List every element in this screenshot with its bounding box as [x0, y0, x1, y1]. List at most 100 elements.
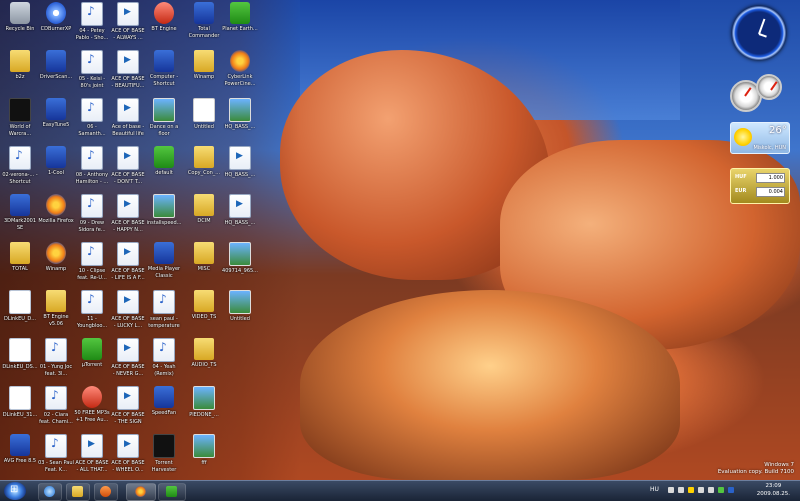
desktop-icon[interactable]: MISC	[186, 242, 222, 273]
desktop-icon[interactable]: b2z	[2, 50, 38, 81]
desktop-icon[interactable]: DriverScan...	[38, 50, 74, 81]
desktop-icon[interactable]: 50 FREE MP3s +1 Free Au...	[74, 386, 110, 424]
desktop-icon[interactable]: installspeed...	[146, 194, 182, 227]
desktop-icon[interactable]: AVG Free 8.5	[2, 434, 38, 465]
desktop-icon[interactable]: SpeedFan	[146, 386, 182, 417]
desktop-icon[interactable]: VIDEO_TS	[186, 290, 222, 321]
app-icon	[82, 338, 102, 360]
desktop-icon[interactable]: PIEDONE_...	[186, 386, 222, 419]
desktop-icon[interactable]: ACE OF BASE - WHEEL O...	[110, 434, 146, 474]
desktop-icon[interactable]: 3DMark2001 SE	[2, 194, 38, 232]
desktop-icon[interactable]: TOTAL	[2, 242, 38, 273]
taskbar-firefox[interactable]	[126, 483, 156, 501]
desktop-icon[interactable]: fff	[186, 434, 222, 467]
taskbar-internet-explorer[interactable]	[38, 483, 62, 501]
tray-icon[interactable]	[668, 487, 674, 493]
desktop-icon-label: 10 - Clipse feat. Re-U...	[77, 268, 107, 281]
desktop-icon[interactable]: ACE OF BASE - NEVER G...	[110, 338, 146, 378]
desktop-icon[interactable]: ACE OF BASE - LUCKY L...	[110, 290, 146, 330]
image-icon	[153, 98, 175, 122]
desktop-icon[interactable]: CyberLink PowerCine...	[222, 50, 258, 88]
desktop-icon[interactable]: Untitled	[222, 290, 258, 323]
desktop-icon[interactable]: µTorrent	[74, 338, 110, 369]
desktop-icon[interactable]: DLinkEU_31...	[2, 386, 38, 419]
desktop-icon[interactable]: Torrent Harvester	[146, 434, 182, 474]
desktop-icon[interactable]: HQ_BASS_...	[222, 146, 258, 179]
desktop-icon[interactable]: Total Commander	[186, 2, 222, 40]
desktop-icon[interactable]: 1-Cool	[38, 146, 74, 177]
desktop-icon[interactable]: 06 - Samanth...	[74, 98, 110, 138]
desktop-icon[interactable]: DLinkEU_DS...	[2, 338, 38, 371]
cpu-meter-gadget[interactable]	[730, 74, 786, 114]
desktop-icon[interactable]: 10 - Clipse feat. Re-U...	[74, 242, 110, 282]
desktop-icon[interactable]: ACE OF BASE - ALL THAT...	[74, 434, 110, 474]
desktop-icon-label: ACE OF BASE - LIFE IS A F...	[111, 268, 145, 281]
desktop-icon[interactable]: EasyTune5	[38, 98, 74, 129]
currency-gadget[interactable]: HUF 1.000 EUR 0.004	[730, 168, 790, 204]
volume-icon[interactable]	[708, 487, 714, 493]
desktop-icon[interactable]: Copy_Con_...	[186, 146, 222, 177]
desktop-icon[interactable]: 03 - Sean Paul Feat. K...	[38, 434, 74, 474]
desktop-icon[interactable]: 02-verona-... - Shortcut	[2, 146, 38, 186]
clock-gadget[interactable]	[732, 6, 786, 60]
desktop-icon[interactable]: Dance on a floor	[146, 98, 182, 138]
desktop-icon[interactable]: 409714_965...	[222, 242, 258, 275]
desktop-icon[interactable]: 04 - Petey Pablo - Sho...	[74, 2, 110, 42]
desktop-icon[interactable]: Ace of base - Beautiful life	[110, 98, 146, 138]
tray-icon[interactable]	[678, 487, 684, 493]
image-icon	[229, 242, 251, 266]
folder-icon	[46, 290, 66, 312]
tray-icon[interactable]	[728, 487, 734, 493]
clock-time[interactable]: 23:09 2009.08.25.	[757, 482, 790, 498]
desktop-icon[interactable]: ACE OF BASE - THE SIGN	[110, 386, 146, 426]
desktop-icon[interactable]: Computer - Shortcut	[146, 50, 182, 88]
desktop-icon[interactable]: World of Warcra...	[2, 98, 38, 138]
desktop-icon[interactable]: DCIM	[186, 194, 222, 225]
desktop-icon[interactable]: Planet Earth...	[222, 2, 258, 33]
desktop-icon[interactable]: ACE OF BASE - HAPPY N...	[110, 194, 146, 234]
desktop-icon[interactable]: Winamp	[38, 242, 74, 273]
start-button[interactable]	[4, 482, 26, 500]
weather-gadget[interactable]: 26° Miskolc, HUN	[730, 122, 790, 154]
currency-value-field[interactable]: 0.004	[756, 187, 785, 197]
desktop-icon[interactable]: BT Engine	[146, 2, 182, 33]
taskbar-explorer[interactable]	[66, 483, 90, 501]
desktop-icon[interactable]: ACE OF BASE - ALWAYS ...	[110, 2, 146, 42]
network-icon[interactable]	[698, 487, 704, 493]
folder-icon	[194, 146, 214, 168]
desktop-icon[interactable]: Mozilla Firefox	[38, 194, 74, 225]
currency-value-field[interactable]: 1.000	[756, 173, 785, 183]
desktop-icon[interactable]: 09 - Drew Sidora fe...	[74, 194, 110, 234]
desktop-icon[interactable]: ACE OF BASE - LIFE IS A F...	[110, 242, 146, 282]
desktop-icon[interactable]: Recycle Bin	[2, 2, 38, 33]
language-indicator[interactable]: HU	[650, 486, 659, 493]
desktop-icon[interactable]: AUDIO_TS	[186, 338, 222, 369]
desktop-icon[interactable]: 04 - Yeah (Remix)	[146, 338, 182, 378]
desktop-icon[interactable]: default	[146, 146, 182, 177]
desktop-icon-label: Ace of base - Beautiful life	[111, 124, 145, 137]
desktop-icon[interactable]: 08 - Anthony Hamilton - ...	[74, 146, 110, 186]
desktop-icon[interactable]: DLinkEU_D...	[2, 290, 38, 323]
desktop-icon[interactable]: 11 - Youngbloo...	[74, 290, 110, 330]
desktop-icon[interactable]: sean paul - temperature	[146, 290, 182, 330]
taskbar-torrent[interactable]	[158, 483, 186, 501]
desktop-icon[interactable]: 05 - Keisi - 80's joint	[74, 50, 110, 90]
desktop-icon[interactable]: CDBurnerXP	[38, 2, 74, 33]
desktop-icon[interactable]: Winamp	[186, 50, 222, 81]
image-icon	[229, 98, 251, 122]
desktop-icon[interactable]: ACE OF BASE - BEAUTIFU...	[110, 50, 146, 90]
desktop-icon-label: EasyTune5	[42, 122, 70, 128]
desktop-icon[interactable]: HQ_BASS_...	[222, 194, 258, 227]
taskbar-media-player[interactable]	[94, 483, 118, 501]
desktop-icon[interactable]: HQ_BASS_...	[222, 98, 258, 131]
desktop-icon[interactable]: BT Engine v5.06	[38, 290, 74, 328]
desktop-icon[interactable]: 02 - Ciara feat. Chami...	[38, 386, 74, 426]
application-icon	[46, 146, 66, 168]
desktop-icon[interactable]: 01 - Yung Joc feat. 3l...	[38, 338, 74, 378]
desktop-icon[interactable]: Media Player Classic	[146, 242, 182, 280]
tray-icon[interactable]	[718, 487, 724, 493]
flag-icon[interactable]	[688, 487, 694, 493]
desktop-icon[interactable]: Untitled	[186, 98, 222, 131]
recycle-bin-icon	[10, 2, 30, 24]
desktop-icon[interactable]: ACE OF BASE - DON'T T...	[110, 146, 146, 186]
